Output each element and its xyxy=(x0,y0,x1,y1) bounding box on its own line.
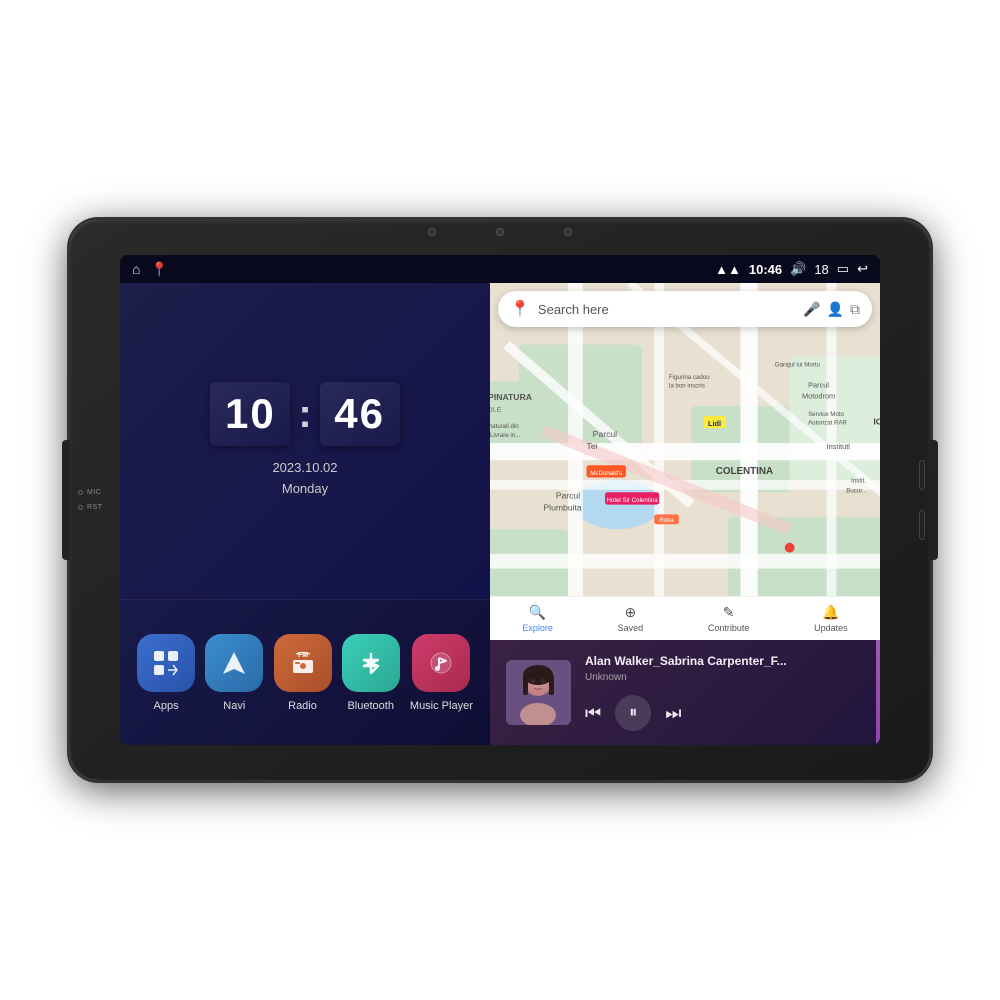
music-controls: ⏮ ⏸ ⏭ xyxy=(585,695,864,731)
main-screen: ⌂ 📍 ▲▲ 10:46 🔊 18 ▭ ↩ 10 xyxy=(120,255,880,745)
svg-text:Institutl: Institutl xyxy=(827,442,851,451)
svg-text:Parcul: Parcul xyxy=(808,381,829,390)
svg-text:Parcul: Parcul xyxy=(593,429,617,439)
shortcut-navi[interactable]: Navi xyxy=(205,634,263,712)
apps-icon xyxy=(137,634,195,692)
music-title: Alan Walker_Sabrina Carpenter_F... xyxy=(585,654,864,668)
map-area[interactable]: APINATURA APICOLE COLENTINA Parcul Tei P… xyxy=(490,283,880,640)
svg-text:la bon inscris: la bon inscris xyxy=(669,383,705,390)
status-right: ▲▲ 10:46 🔊 18 ▭ ↩ xyxy=(715,261,868,277)
svg-text:Parcul: Parcul xyxy=(556,490,580,500)
bluetooth-label: Bluetooth xyxy=(347,700,393,712)
music-artist: Unknown xyxy=(585,672,864,683)
map-search-icons: 🎤 👤 ⧉ xyxy=(803,301,860,318)
radio-label: Radio xyxy=(288,700,317,712)
battery-icon: ▭ xyxy=(837,261,849,277)
svg-text:Roka: Roka xyxy=(659,517,674,524)
svg-text:Bucur...: Bucur... xyxy=(846,487,867,494)
clock-minute: 46 xyxy=(320,382,400,446)
svg-text:APICOLE: APICOLE xyxy=(490,405,502,414)
clock-date: 2023.10.02 Monday xyxy=(272,458,337,500)
map-bottom-nav: 🔍 Explore ⊕ Saved ✎ Contribute 🔔 xyxy=(490,596,880,640)
svg-text:Lidl: Lidl xyxy=(708,419,721,428)
shortcut-radio[interactable]: FM Radio xyxy=(274,634,332,712)
music-right-edge xyxy=(876,640,880,745)
maps-icon[interactable]: 📍 xyxy=(150,261,167,278)
map-nav-updates[interactable]: 🔔 Updates xyxy=(814,604,848,633)
svg-text:Instit.: Instit. xyxy=(851,477,866,484)
svg-text:APINATURA: APINATURA xyxy=(490,392,532,402)
map-search-text: Search here xyxy=(538,302,795,317)
svg-text:Tei: Tei xyxy=(587,441,598,451)
svg-text:Autorizat RAR: Autorizat RAR xyxy=(808,420,847,427)
map-search-bar[interactable]: 📍 Search here 🎤 👤 ⧉ xyxy=(498,291,872,327)
clock-display: 10 : 46 xyxy=(210,382,399,446)
volume-icon: 🔊 xyxy=(790,261,806,277)
svg-text:ION C: ION C xyxy=(873,417,880,427)
bracket-bottom xyxy=(919,510,925,540)
music-player: Alan Walker_Sabrina Carpenter_F... Unkno… xyxy=(490,640,880,745)
account-icon[interactable]: 👤 xyxy=(827,301,844,318)
status-bar: ⌂ 📍 ▲▲ 10:46 🔊 18 ▭ ↩ xyxy=(120,255,880,283)
svg-text:ceara | Livrare in...: ceara | Livrare in... xyxy=(490,432,521,439)
shortcut-apps[interactable]: Apps xyxy=(137,634,195,712)
music-player-label: Music Player xyxy=(410,700,473,712)
clock-hour: 10 xyxy=(210,382,290,446)
shortcut-bluetooth[interactable]: Bluetooth xyxy=(342,634,400,712)
svg-text:Plumbuita: Plumbuita xyxy=(543,503,581,513)
svg-text:Service Moto: Service Moto xyxy=(808,411,844,418)
wifi-icon: ▲▲ xyxy=(715,262,741,277)
svg-text:Hotel Sir Colentina: Hotel Sir Colentina xyxy=(606,497,658,504)
map-nav-saved[interactable]: ⊕ Saved xyxy=(618,604,644,633)
car-head-unit: MIC RST ⌂ 📍 ▲▲ 10:46 🔊 18 ▭ ↩ xyxy=(70,220,930,780)
map-nav-explore[interactable]: 🔍 Explore xyxy=(522,604,553,633)
music-info: Alan Walker_Sabrina Carpenter_F... Unkno… xyxy=(585,654,864,731)
clock-widget: 10 : 46 2023.10.02 Monday xyxy=(120,283,490,600)
mic-label: MIC xyxy=(78,489,103,496)
screw-left xyxy=(428,228,436,236)
map-nav-contribute[interactable]: ✎ Contribute xyxy=(708,604,750,633)
svg-text:Motodrom: Motodrom xyxy=(802,392,835,401)
album-art xyxy=(506,660,571,725)
screw-center xyxy=(496,228,504,236)
radio-icon: FM xyxy=(274,634,332,692)
bluetooth-icon xyxy=(342,634,400,692)
play-pause-button[interactable]: ⏸ xyxy=(615,695,651,731)
main-content: 10 : 46 2023.10.02 Monday xyxy=(120,283,880,745)
svg-text:COLENTINA: COLENTINA xyxy=(716,466,773,477)
side-labels: MIC RST xyxy=(78,489,103,511)
screw-right xyxy=(564,228,572,236)
status-time: 10:46 xyxy=(749,262,782,277)
svg-text:Faguri naturali din: Faguri naturali din xyxy=(490,423,519,430)
svg-text:Garajul lui Mortu: Garajul lui Mortu xyxy=(775,362,820,369)
shortcuts-panel: Apps Navi xyxy=(120,600,490,745)
right-brackets xyxy=(919,460,925,540)
right-panel: APINATURA APICOLE COLENTINA Parcul Tei P… xyxy=(490,283,880,745)
navi-icon xyxy=(205,634,263,692)
prev-button[interactable]: ⏮ xyxy=(585,703,601,724)
volume-value: 18 xyxy=(814,262,828,277)
home-icon[interactable]: ⌂ xyxy=(132,261,140,277)
voice-search-icon[interactable]: 🎤 xyxy=(803,301,820,318)
clock-colon: : xyxy=(298,392,311,437)
music-icon xyxy=(412,634,470,692)
rst-label: RST xyxy=(78,504,103,511)
status-left: ⌂ 📍 xyxy=(132,261,168,278)
navi-label: Navi xyxy=(223,700,245,712)
left-panel: 10 : 46 2023.10.02 Monday xyxy=(120,283,490,745)
maps-search-pin: 📍 xyxy=(510,299,530,319)
top-detail xyxy=(428,228,572,236)
svg-text:McDonald's: McDonald's xyxy=(590,470,622,477)
bracket-top xyxy=(919,460,925,490)
back-icon[interactable]: ↩ xyxy=(857,261,868,277)
shortcut-music[interactable]: Music Player xyxy=(410,634,473,712)
layers-icon[interactable]: ⧉ xyxy=(850,301,860,318)
svg-text:Figurina cadou: Figurina cadou xyxy=(669,374,710,381)
apps-label: Apps xyxy=(154,700,179,712)
next-button[interactable]: ⏭ xyxy=(665,703,681,724)
